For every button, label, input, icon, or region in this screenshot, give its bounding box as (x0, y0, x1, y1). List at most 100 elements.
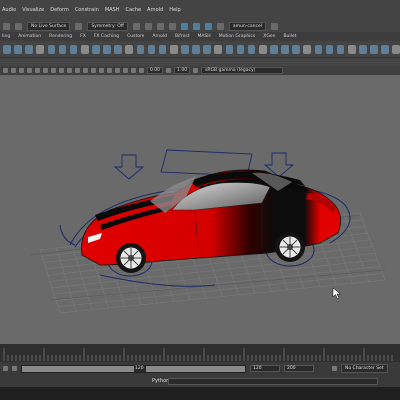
grid-icon[interactable] (35, 68, 40, 73)
shelf-tool-icon[interactable] (14, 44, 22, 54)
shelf-tool-icon[interactable] (236, 44, 245, 54)
shelf-tool-icon[interactable] (47, 44, 56, 54)
gamma-field[interactable]: 1.00 (174, 67, 191, 74)
shelf-tool-icon[interactable] (125, 44, 133, 54)
range-start-field[interactable] (12, 366, 17, 371)
range-slider[interactable]: 120 (21, 364, 246, 373)
shelf-tool-icon[interactable] (136, 44, 145, 54)
shelf-tab-bifrost[interactable]: Bifrost (175, 34, 190, 39)
shelf-tool-icon[interactable] (203, 44, 211, 54)
perspective-viewport[interactable] (0, 75, 400, 344)
shelf-tab-bullet[interactable]: Bullet (283, 34, 296, 39)
sign-in-icon[interactable] (270, 22, 278, 30)
ipr-render-icon[interactable] (192, 22, 200, 30)
symmetry-icon[interactable] (75, 22, 83, 30)
hypershade-icon[interactable] (216, 22, 224, 30)
isolate-select-icon[interactable] (131, 68, 136, 73)
shelf-tool-icon[interactable] (247, 44, 256, 54)
character-set-field[interactable]: No Character Set (341, 364, 388, 373)
shelf-tool-icon[interactable] (392, 44, 400, 54)
shelf-tool-icon[interactable] (114, 44, 122, 54)
shadows-icon[interactable] (91, 68, 96, 73)
textured-icon[interactable] (75, 68, 80, 73)
shelf-tab-mash[interactable]: MASH (197, 34, 210, 39)
smooth-shade-icon[interactable] (67, 68, 72, 73)
shelf-tool-icon[interactable] (25, 44, 33, 54)
shelf-tool-icon[interactable] (258, 44, 267, 54)
snap-point-icon[interactable] (156, 22, 164, 30)
render-settings-icon[interactable] (204, 22, 212, 30)
live-surface-field[interactable]: No Live Surface (27, 21, 71, 31)
shelf-tool-icon[interactable] (292, 44, 300, 54)
command-language-label[interactable]: Python (152, 378, 169, 384)
shelf-tool-icon[interactable] (181, 44, 189, 54)
lock-camera-icon[interactable] (11, 68, 16, 73)
shelf-tool-icon[interactable] (192, 44, 200, 54)
shelf-tool-icon[interactable] (214, 44, 222, 54)
bookmark-icon[interactable] (19, 68, 24, 73)
shelf-tool-icon[interactable] (225, 44, 234, 54)
select-tool-icon[interactable] (3, 22, 10, 30)
film-gate-icon[interactable] (43, 68, 48, 73)
shelf-tool-icon[interactable] (270, 44, 278, 54)
shelf-tool-icon[interactable] (359, 44, 367, 54)
shelf-tool-icon[interactable] (3, 44, 11, 54)
exposure-field[interactable]: 0.00 (147, 67, 164, 74)
menu-help[interactable]: Help (169, 7, 180, 13)
motion-blur-icon[interactable] (107, 68, 112, 73)
shelf-tab-arnold[interactable]: Arnold (152, 34, 167, 39)
menu-mash[interactable]: MASH (105, 7, 120, 13)
command-input[interactable] (168, 377, 378, 385)
shelf-tool-icon[interactable] (381, 44, 389, 54)
shelf-tool-icon[interactable] (347, 44, 356, 54)
range-end-field[interactable]: 120 (250, 365, 280, 372)
shelf-tool-icon[interactable] (69, 44, 78, 54)
shelf-tool-icon[interactable] (103, 44, 111, 54)
end-frame-field[interactable]: 200 (284, 365, 314, 372)
view-transform-select[interactable]: sRGB gamma (legacy) (201, 67, 284, 74)
start-frame-field[interactable] (3, 366, 8, 371)
shelf-tab-motion-graphics[interactable]: Motion Graphics (219, 34, 256, 39)
snap-grid-icon[interactable] (132, 22, 140, 30)
shelf-tab-xgen[interactable]: XGen (263, 34, 275, 39)
lights-icon[interactable] (83, 68, 88, 73)
depth-of-field-icon[interactable] (123, 68, 128, 73)
resolution-gate-icon[interactable] (51, 68, 56, 73)
front-wheel[interactable] (116, 243, 146, 273)
shelf-tool-icon[interactable] (147, 44, 156, 54)
shelf-tool-icon[interactable] (325, 44, 334, 54)
shelf-tab-rendering[interactable]: Rendering (49, 34, 72, 39)
car-model[interactable] (81, 169, 341, 273)
image-plane-icon[interactable] (27, 68, 32, 73)
workspace-field[interactable]: amun-cancel (228, 21, 266, 31)
fps-icon[interactable] (332, 366, 337, 371)
wireframe-icon[interactable] (59, 68, 64, 73)
gamma-icon[interactable] (166, 68, 172, 73)
lasso-tool-icon[interactable] (15, 22, 22, 30)
shelf-tool-icon[interactable] (281, 44, 289, 54)
snap-view-icon[interactable] (168, 22, 176, 30)
shelf-tab-ling[interactable]: ling (2, 34, 10, 39)
xray-icon[interactable] (139, 68, 144, 73)
menu-constrain[interactable]: Constrain (75, 7, 99, 13)
menu-arnold[interactable]: Arnold (147, 7, 163, 13)
menu-visualize[interactable]: Visualize (22, 7, 44, 13)
shelf-tool-icon[interactable] (158, 44, 167, 54)
shelf-tab-fx[interactable]: FX (80, 34, 86, 39)
menu-audio[interactable]: Audio (2, 7, 16, 13)
shelf-tool-icon[interactable] (36, 44, 44, 54)
arrow-control-left[interactable] (113, 154, 145, 180)
shelf-tab-custom[interactable]: Custom (127, 34, 144, 39)
range-end-handle[interactable]: 120 (134, 365, 146, 372)
render-icon[interactable] (180, 22, 188, 30)
menu-cache[interactable]: Cache (125, 7, 141, 13)
shelf-tab-animation[interactable]: Animation (18, 34, 41, 39)
shelf-tool-icon[interactable] (92, 44, 100, 54)
shelf-tool-icon[interactable] (169, 44, 178, 54)
snap-curve-icon[interactable] (144, 22, 152, 30)
shelf-tool-icon[interactable] (336, 44, 345, 54)
shelf-tool-icon[interactable] (370, 44, 378, 54)
shelf-tool-icon[interactable] (58, 44, 67, 54)
color-management-icon[interactable] (193, 68, 199, 73)
ambient-occlusion-icon[interactable] (99, 68, 104, 73)
